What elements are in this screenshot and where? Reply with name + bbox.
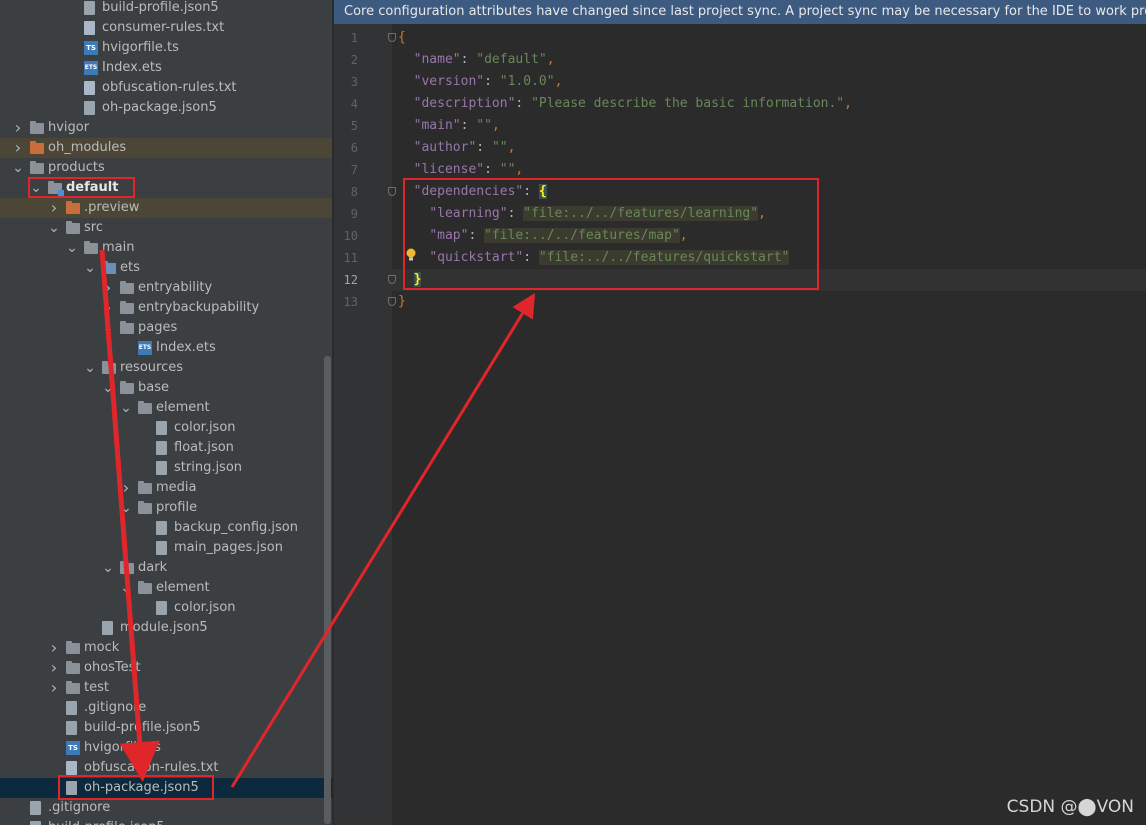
arrow-default-to-ohpackage bbox=[99, 249, 160, 782]
watermark: CSDN @⬤VON bbox=[1006, 797, 1134, 817]
annotation-arrows bbox=[99, 249, 536, 788]
arrow-ohpackage-to-dependencies bbox=[230, 292, 536, 788]
